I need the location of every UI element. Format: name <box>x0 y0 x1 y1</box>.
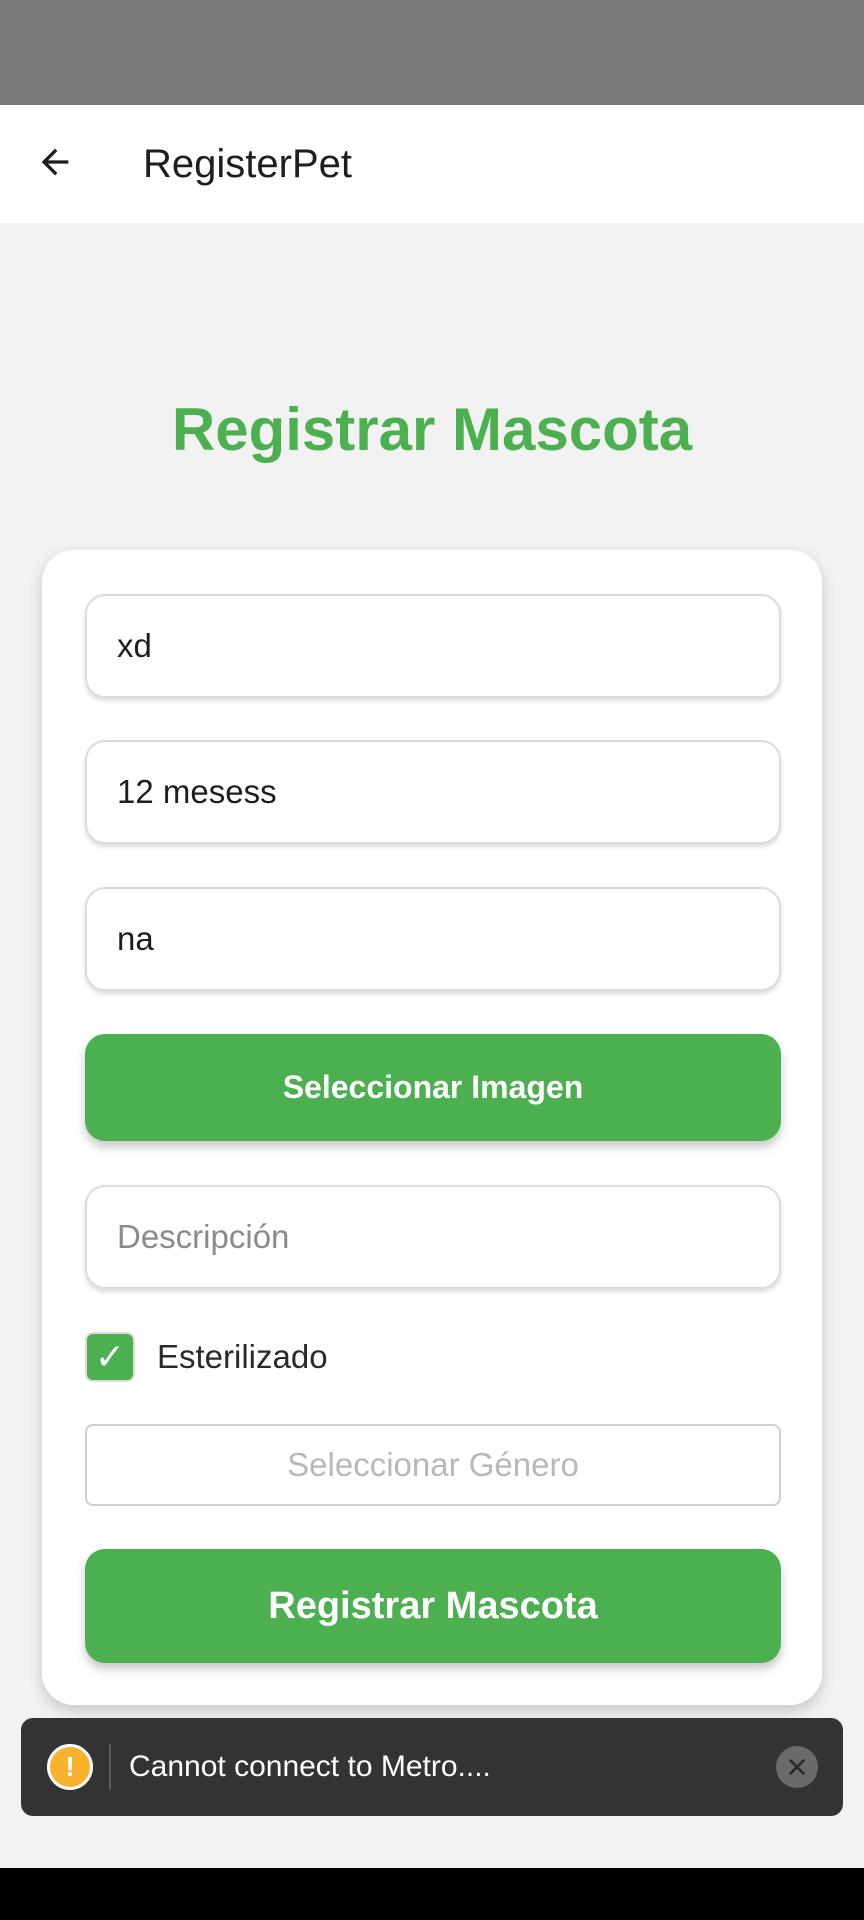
description-input[interactable] <box>85 1185 781 1289</box>
sterilized-checkbox[interactable]: ✓ <box>85 1332 135 1382</box>
toast-close-button[interactable] <box>776 1746 818 1788</box>
status-bar <box>0 0 864 105</box>
navigation-bar <box>0 1868 864 1920</box>
warning-glyph: ! <box>65 1751 75 1782</box>
app-bar: RegisterPet <box>0 105 864 223</box>
pet-age-input[interactable] <box>85 740 781 844</box>
error-toast[interactable]: ! Cannot connect to Metro.... <box>21 1718 843 1816</box>
pet-breed-input[interactable] <box>85 887 781 991</box>
pet-name-input[interactable] <box>85 594 781 698</box>
app-bar-title: RegisterPet <box>143 142 352 186</box>
select-image-button[interactable]: Seleccionar Imagen <box>85 1034 781 1141</box>
close-icon <box>789 1759 805 1775</box>
arrow-left-icon <box>41 148 69 176</box>
back-button[interactable] <box>22 129 88 195</box>
sterilized-row: ✓ Esterilizado <box>85 1332 328 1382</box>
toast-divider <box>109 1744 111 1790</box>
gender-select[interactable]: Seleccionar Género <box>85 1424 781 1506</box>
page-title: Registrar Mascota <box>171 396 693 463</box>
toast-message: Cannot connect to Metro.... <box>129 1750 491 1783</box>
register-pet-button[interactable]: Registrar Mascota <box>85 1549 781 1663</box>
checkmark-icon: ✓ <box>94 1336 126 1377</box>
sterilized-label: Esterilizado <box>157 1338 328 1375</box>
warning-icon: ! <box>47 1744 93 1790</box>
gender-select-placeholder: Seleccionar Género <box>287 1446 579 1483</box>
